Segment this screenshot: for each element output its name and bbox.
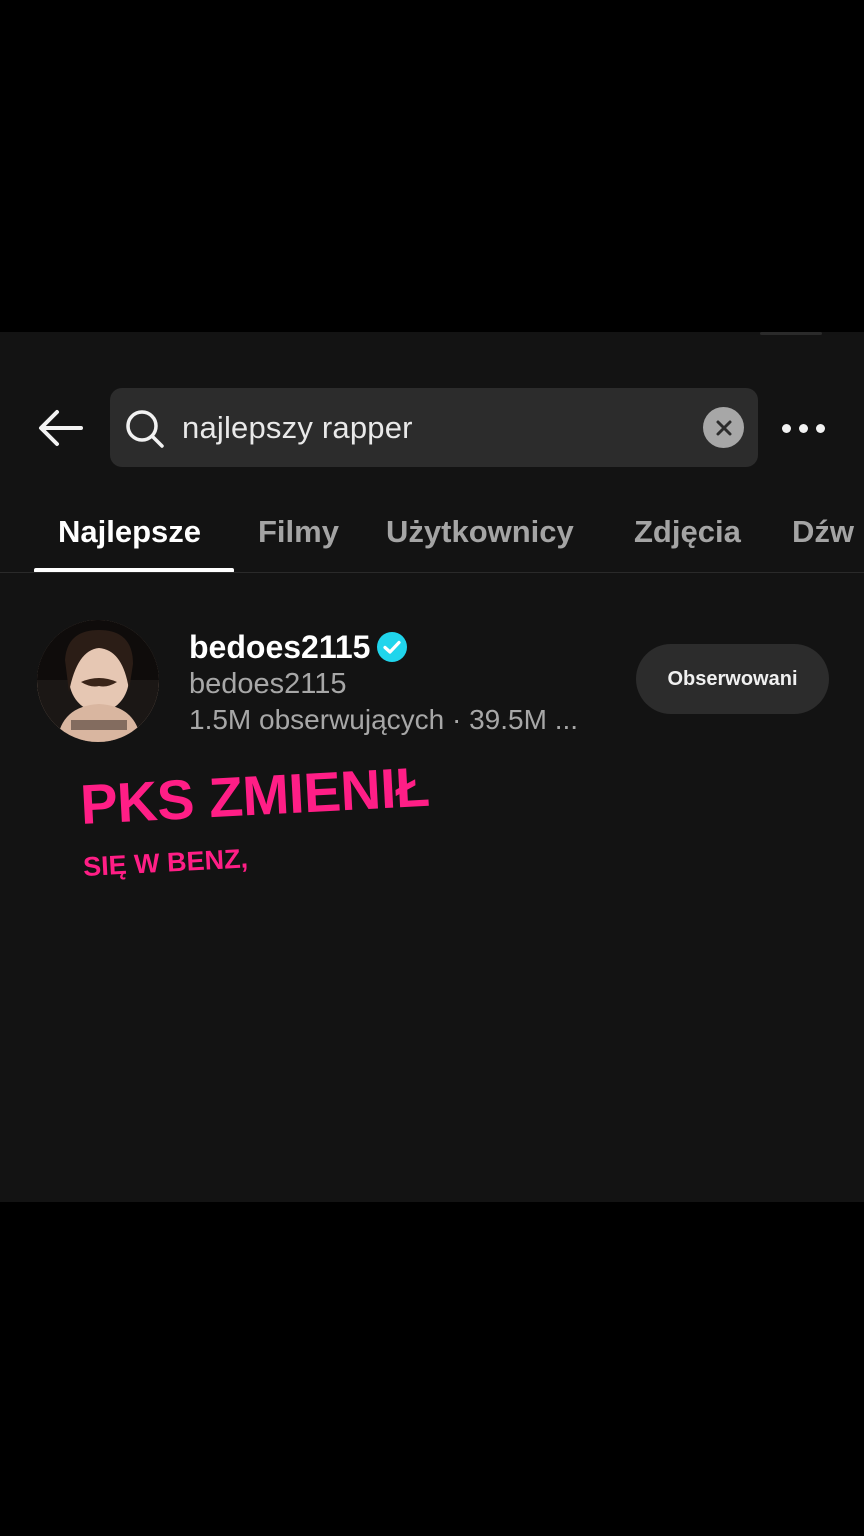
more-icon [781,423,791,433]
tab-users[interactable]: Użytkownicy [386,504,574,560]
username-line: bedoes2115 [189,626,408,668]
caption-line-1: PKS ZMIENIŁ [78,754,431,837]
search-bar[interactable]: najlepszy rapper [110,388,758,467]
tabs-divider [0,572,864,573]
search-results-screen: najlepszy rapper Najlepsze Filmy Użytkow… [0,332,864,1202]
back-arrow-icon [39,410,83,446]
more-options-button[interactable] [776,410,830,446]
tab-photos[interactable]: Zdjęcia [634,504,741,560]
more-icon-dot [815,423,825,433]
search-header: najlepszy rapper [0,388,864,468]
follower-stats: 1.5M obserwujących · 39.5M ... [189,704,579,735]
clear-search-button[interactable] [703,407,744,448]
tab-videos[interactable]: Filmy [258,504,339,560]
caption-line-2: SIĘ W BENZ, [82,843,249,883]
avatar-photo [37,620,159,742]
more-icon-dot [798,423,808,433]
clear-icon [716,420,731,435]
tab-top[interactable]: Najlepsze [58,504,201,560]
user-result-row[interactable]: bedoes2115 bedoes2115 1.5M obserwujących… [0,618,864,748]
following-button[interactable]: Obserwowani [636,644,829,714]
search-tabs: Najlepsze Filmy Użytkownicy Zdjęcia Dźw [0,504,864,574]
tab-sounds[interactable]: Dźw [792,504,854,560]
status-indicator [760,332,822,335]
back-button[interactable] [34,406,88,450]
search-input[interactable]: najlepszy rapper [182,388,413,467]
verified-icon [377,632,408,662]
username[interactable]: bedoes2115 [189,629,370,666]
avatar[interactable] [37,620,159,742]
user-handle: bedoes2115 [189,668,347,700]
search-icon [126,410,164,448]
